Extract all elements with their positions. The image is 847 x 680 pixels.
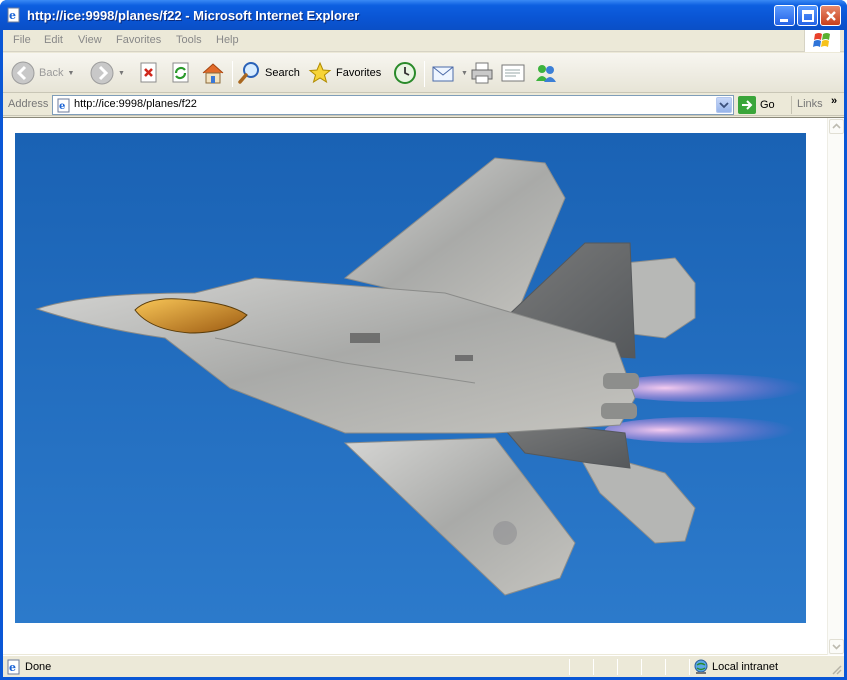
links-chevron-icon[interactable]: »: [831, 95, 837, 107]
address-dropdown-button[interactable]: [716, 97, 732, 113]
home-icon: [202, 63, 224, 84]
search-icon: [238, 62, 259, 84]
svg-text:e: e: [9, 661, 16, 674]
status-divider: [617, 659, 618, 675]
favorites-button[interactable]: Favorites: [308, 59, 381, 87]
back-dropdown-icon[interactable]: ▼: [67, 70, 74, 77]
stop-button[interactable]: [138, 59, 160, 87]
menu-tools[interactable]: Tools: [176, 34, 202, 46]
menu-view[interactable]: View: [78, 34, 102, 46]
status-text: Done: [25, 661, 52, 673]
home-button[interactable]: [200, 59, 226, 87]
address-field[interactable]: e: [52, 95, 734, 115]
page-icon: e: [56, 98, 72, 116]
status-divider: [593, 659, 594, 675]
messenger-people-icon: [536, 65, 556, 82]
history-clock-icon: [394, 62, 416, 84]
chevron-up-icon: [832, 123, 841, 129]
windows-logo-icon: [804, 30, 840, 52]
mail-button[interactable]: ▼: [431, 59, 468, 87]
browser-client-area: File Edit View Favorites Tools Help Back…: [3, 30, 844, 677]
status-divider: [569, 659, 570, 675]
svg-text:e: e: [59, 101, 65, 112]
mail-dropdown-icon[interactable]: ▼: [461, 70, 468, 77]
security-zone-label: Local intranet: [712, 661, 779, 673]
history-button[interactable]: [393, 59, 417, 87]
links-label[interactable]: Links: [797, 98, 823, 110]
go-arrow-icon: [738, 96, 756, 114]
refresh-button[interactable]: [170, 59, 192, 87]
chevron-down-icon: [832, 644, 841, 650]
maximize-button[interactable]: [797, 5, 818, 26]
stop-icon: [140, 62, 157, 83]
toolbar-separator: [424, 61, 425, 87]
mail-envelope-icon: [432, 66, 454, 82]
menu-file[interactable]: File: [13, 34, 31, 46]
forward-dropdown-icon[interactable]: ▼: [118, 70, 125, 77]
printer-icon: [471, 62, 493, 84]
back-label: Back: [39, 67, 64, 79]
links-separator: [791, 96, 792, 114]
standard-toolbar: Back ▼ ▼ Search Favorites ▼: [3, 53, 844, 93]
edit-button[interactable]: [500, 59, 526, 87]
page-done-icon: e: [6, 659, 22, 678]
messenger-button[interactable]: [533, 59, 559, 87]
refresh-icon: [172, 62, 189, 83]
vertical-scrollbar[interactable]: [827, 118, 844, 655]
menu-bar: File Edit View Favorites Tools Help: [3, 30, 844, 52]
resize-grip-icon[interactable]: [830, 663, 842, 675]
status-divider: [665, 659, 666, 675]
favorites-label: Favorites: [336, 67, 382, 79]
svg-text:e: e: [9, 9, 16, 22]
chevron-down-icon: [719, 102, 729, 109]
print-button[interactable]: [469, 59, 495, 87]
back-arrow-icon: [11, 61, 35, 85]
browser-window: e http://ice:9998/planes/f22 - Microsoft…: [0, 0, 847, 680]
edit-page-icon: [501, 64, 525, 82]
go-button[interactable]: Go: [738, 96, 775, 114]
ie-page-icon: e: [6, 7, 22, 23]
address-bar: Address e Go: [3, 94, 844, 116]
minimize-button[interactable]: [774, 5, 795, 26]
forward-arrow-icon: [90, 61, 114, 85]
back-button[interactable]: Back ▼: [11, 59, 74, 87]
close-button[interactable]: [820, 5, 841, 26]
favorites-star-icon: [308, 61, 332, 84]
address-input[interactable]: [74, 98, 694, 110]
scroll-down-button[interactable]: [829, 639, 844, 654]
menu-favorites[interactable]: Favorites: [116, 34, 161, 46]
menu-help[interactable]: Help: [216, 34, 239, 46]
window-title: http://ice:9998/planes/f22 - Microsoft I…: [27, 8, 360, 23]
search-label: Search: [265, 67, 300, 79]
status-bar: e Done Local intranet: [3, 655, 844, 677]
toolbar-separator: [232, 61, 233, 87]
scroll-up-button[interactable]: [829, 119, 844, 134]
search-button[interactable]: Search: [237, 59, 300, 87]
go-label: Go: [760, 99, 775, 111]
status-divider: [641, 659, 642, 675]
forward-button[interactable]: ▼: [90, 59, 125, 87]
page-content: [3, 117, 844, 655]
menu-edit[interactable]: Edit: [44, 34, 63, 46]
local-intranet-icon: [693, 659, 709, 678]
title-bar[interactable]: e http://ice:9998/planes/f22 - Microsoft…: [0, 0, 847, 30]
fighter-jet-photo: [15, 133, 806, 623]
address-label: Address: [8, 98, 49, 110]
status-divider: [689, 659, 690, 675]
